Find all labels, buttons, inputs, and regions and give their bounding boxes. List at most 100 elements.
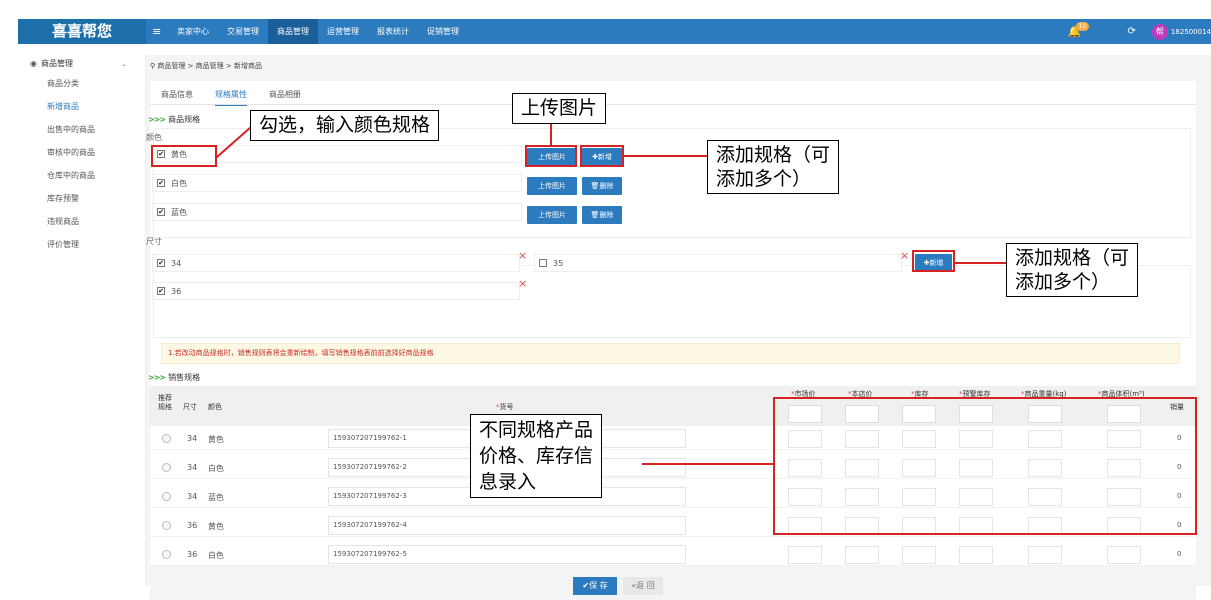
target-icon: ◉ [30, 59, 37, 68]
upload-image-button[interactable]: 上传图片 [527, 206, 577, 224]
notification-badge: 10 [1075, 22, 1090, 31]
chevron-down-icon: ⌄ [121, 59, 127, 68]
row-color: 黄色 [208, 522, 224, 531]
annotation-highlight-yellow [151, 145, 217, 167]
recommend-radio[interactable] [162, 550, 171, 559]
checkbox-size-35[interactable] [539, 259, 547, 267]
nav-report-statistics[interactable]: 报表统计 [368, 19, 418, 44]
annotation-price-entry: 不同规格产品 价格、库存信 息录入 [470, 414, 603, 498]
nav-trade-management[interactable]: 交易管理 [218, 19, 268, 44]
col-size: 尺寸 [183, 403, 197, 411]
delete-color-button[interactable]: 🗑删除 [582, 206, 622, 224]
sku-input[interactable]: 159307207199762-4 [328, 516, 686, 535]
row-size: 36 [187, 550, 198, 559]
col-color: 颜色 [208, 403, 222, 411]
recommend-radio[interactable] [162, 434, 171, 443]
col-sku: *货号 [496, 403, 514, 411]
annotation-connector [623, 155, 707, 157]
size-option-label[interactable]: 36 [171, 287, 181, 296]
sidebar-item-on-sale[interactable]: 出售中的商品 [18, 118, 145, 141]
row-size: 34 [187, 463, 198, 472]
store-price-input[interactable] [845, 546, 879, 564]
sidebar-item-reviews[interactable]: 评价管理 [18, 233, 145, 256]
hamburger-icon[interactable]: ≡ [152, 25, 168, 38]
double-arrow-icon: >>> [148, 115, 166, 124]
sidebar-group-label: 商品管理 [40, 59, 73, 68]
weight-input[interactable] [1028, 546, 1062, 564]
sales-section-title-text: 销售规格 [168, 373, 201, 382]
annotation-connector [550, 124, 552, 146]
row-sales: 0 [1177, 550, 1182, 558]
nav-right: 🔔 10 ⟳ 帮 182500014 [1068, 19, 1211, 44]
warn-stock-input[interactable] [959, 546, 993, 564]
color-option-white: 白色 [152, 174, 522, 192]
col-sku-text: 货号 [499, 403, 514, 411]
remove-size-icon[interactable]: × [518, 278, 527, 289]
annotation-connector [216, 126, 252, 158]
avatar[interactable]: 帮 [1151, 23, 1168, 40]
market-price-input[interactable] [788, 546, 822, 564]
annotation-connector [954, 262, 1006, 264]
annotation-connector [642, 463, 774, 465]
upload-image-button[interactable]: 上传图片 [527, 177, 577, 195]
nav-seller-center[interactable]: 卖家中心 [168, 19, 218, 44]
back-button[interactable]: «返 回 [623, 577, 663, 595]
size-option-35: 35 [534, 254, 902, 272]
size-option-34: 34 [152, 254, 520, 272]
row-color: 白色 [208, 464, 224, 473]
remove-size-icon[interactable]: × [900, 250, 909, 261]
remove-size-icon[interactable]: × [518, 250, 527, 261]
recommend-radio[interactable] [162, 492, 171, 501]
bell-icon[interactable]: 🔔 10 [1068, 22, 1090, 38]
delete-color-button[interactable]: 🗑删除 [582, 177, 622, 195]
annotation-highlight-add-size [912, 250, 955, 272]
nav-operation-management[interactable]: 运营管理 [318, 19, 368, 44]
annotation-check-colors: 勾选，输入颜色规格 [250, 110, 440, 141]
recommend-radio[interactable] [162, 463, 171, 472]
size-label: 尺寸 [146, 237, 162, 246]
top-bar: 喜喜帮您 ≡ 卖家中心 交易管理 商品管理 运营管理 报表统计 促销管理 🔔 10… [0, 0, 1211, 44]
sidebar-item-violations[interactable]: 违规商品 [18, 210, 145, 233]
breadcrumb-text: 商品管理 > 商品管理 > 新增商品 [157, 62, 262, 70]
username[interactable]: 182500014 [1171, 28, 1211, 36]
color-option-label[interactable]: 白色 [171, 178, 187, 189]
spec-section-title: >>> 商品规格 [148, 114, 200, 125]
stock-input[interactable] [902, 546, 936, 564]
annotation-highlight-upload [525, 145, 577, 167]
sidebar-group-product[interactable]: ◉ 商品管理 ⌄ [18, 55, 145, 72]
nav-promotion-management[interactable]: 促销管理 [418, 19, 468, 44]
annotation-add-spec: 添加规格（可 添加多个） [707, 140, 840, 194]
breadcrumb: ⚲ 商品管理 > 商品管理 > 新增商品 [150, 61, 262, 71]
size-option-label[interactable]: 35 [553, 259, 563, 268]
volume-input[interactable] [1107, 546, 1141, 564]
spec-section-title-text: 商品规格 [168, 115, 201, 124]
color-option-blue: 蓝色 [152, 203, 522, 221]
refresh-icon[interactable]: ⟳ [1128, 26, 1136, 37]
sidebar-item-category[interactable]: 商品分类 [18, 72, 145, 95]
sidebar-item-new-product[interactable]: 新增商品 [18, 95, 145, 118]
checkbox-size-34[interactable] [157, 259, 165, 267]
sidebar-item-in-review[interactable]: 审核中的商品 [18, 141, 145, 164]
sidebar-item-stock-warning[interactable]: 库存预警 [18, 187, 145, 210]
spec-change-notice: 1.若改动商品规格时，销售规则表将会重新绘制，填写销售规格表前前选择好商品规格 [161, 343, 1180, 364]
brand-logo[interactable]: 喜喜帮您 [18, 19, 146, 44]
checkbox-white[interactable] [157, 179, 165, 187]
sales-section-title: >>> 销售规格 [148, 372, 200, 383]
sku-input[interactable]: 159307207199762-5 [328, 545, 686, 564]
sidebar-item-warehouse[interactable]: 仓库中的商品 [18, 164, 145, 187]
col-recommend: 推荐规格 [158, 394, 172, 411]
table-row: 36 白色 159307207199762-5 0 [150, 543, 1196, 566]
color-label: 颜色 [146, 133, 162, 142]
row-color: 蓝色 [208, 493, 224, 502]
tab-divider [150, 104, 1196, 105]
nav-product-management[interactable]: 商品管理 [268, 19, 318, 44]
checkbox-blue[interactable] [157, 208, 165, 216]
row-color: 黄色 [208, 435, 224, 444]
main-nav: ≡ 卖家中心 交易管理 商品管理 运营管理 报表统计 促销管理 🔔 10 ⟳ 帮 … [146, 19, 1211, 44]
row-size: 34 [187, 492, 198, 501]
size-option-label[interactable]: 34 [171, 259, 181, 268]
save-button[interactable]: ✔保 存 [573, 577, 617, 595]
recommend-radio[interactable] [162, 521, 171, 530]
checkbox-size-36[interactable] [157, 287, 165, 295]
color-option-label[interactable]: 蓝色 [171, 207, 187, 218]
